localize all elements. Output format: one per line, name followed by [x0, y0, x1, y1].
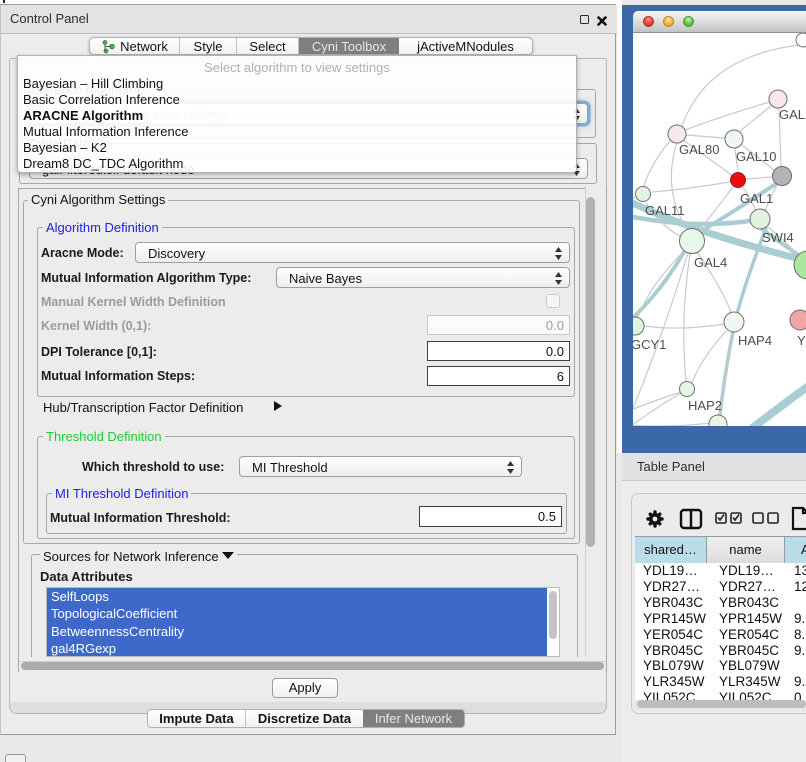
svg-text:GAL10: GAL10 [736, 149, 776, 164]
svg-text:HAP4: HAP4 [738, 333, 772, 348]
svg-text:GAL2: GAL2 [779, 107, 806, 122]
svg-text:GAL11: GAL11 [645, 203, 685, 218]
svg-text:GAL80: GAL80 [679, 142, 719, 157]
svg-text:GAL4: GAL4 [694, 255, 727, 270]
svg-text:GCY1: GCY1 [633, 337, 666, 352]
svg-text:GAL1: GAL1 [740, 191, 773, 206]
svg-text:HAP2: HAP2 [688, 398, 722, 413]
svg-text:SWI4: SWI4 [762, 230, 794, 245]
svg-text:Y: Y [797, 333, 806, 348]
